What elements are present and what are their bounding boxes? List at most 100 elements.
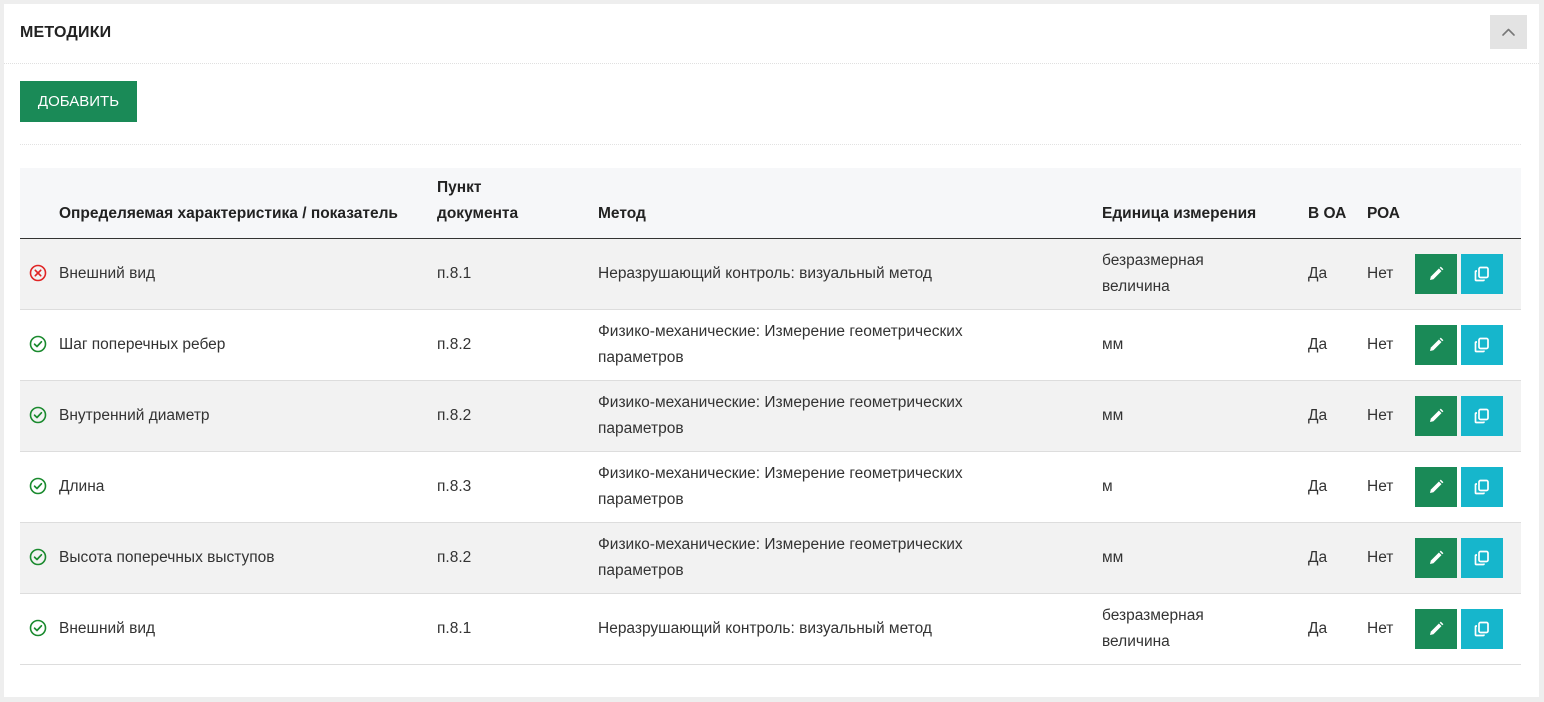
actions-cell — [1415, 380, 1521, 451]
copy-button[interactable] — [1461, 608, 1503, 649]
actions-cell — [1415, 309, 1521, 380]
cell-unit: м — [1102, 477, 1113, 495]
status-cell — [20, 451, 55, 522]
table-row: Высота поперечных выступов п.8.2 Физико-ме… — [20, 522, 1521, 593]
cell-roa: Нет — [1367, 619, 1394, 637]
cell-roa: Нет — [1367, 406, 1394, 424]
cell-clause: п.8.3 — [437, 477, 472, 495]
cell-clause: п.8.1 — [437, 619, 472, 637]
copy-icon — [1473, 620, 1491, 638]
actions-cell — [1415, 593, 1521, 664]
status-cell — [20, 309, 55, 380]
header-in-oa: В ОА — [1304, 168, 1363, 239]
methods-table-container: Определяемая характеристика / показатель… — [20, 168, 1521, 665]
methods-panel: МЕТОДИКИ ДОБАВИТЬ Определяемая характери… — [4, 4, 1539, 697]
status-cell — [20, 593, 55, 664]
copy-icon — [1473, 265, 1491, 283]
pencil-icon — [1427, 549, 1445, 567]
cell-method: Неразрушающий контроль: визуальный метод — [598, 619, 932, 637]
cell-method: Физико-механические: Измерение геометрич… — [598, 464, 963, 508]
copy-icon — [1473, 407, 1491, 425]
table-row: Внешний вид п.8.1 Неразрушающий контроль: … — [20, 593, 1521, 664]
cell-in-oa: Да — [1308, 406, 1328, 424]
edit-button[interactable] — [1415, 537, 1457, 578]
edit-button[interactable] — [1415, 395, 1457, 436]
check-circle-icon — [29, 335, 47, 353]
cell-roa: Нет — [1367, 477, 1394, 495]
cell-roa: Нет — [1367, 335, 1394, 353]
header-characteristic: Определяемая характеристика / показатель — [55, 168, 433, 239]
cell-characteristic: Высота поперечных выступов — [59, 548, 275, 566]
check-circle-icon — [29, 548, 47, 566]
status-cell — [20, 380, 55, 451]
cell-roa: Нет — [1367, 264, 1394, 282]
table-row: Шаг поперечных ребер п.8.2 Физико-механиче… — [20, 309, 1521, 380]
divider — [20, 144, 1521, 145]
table-row: Длина п.8.3 Физико-механические: Измерение… — [20, 451, 1521, 522]
cell-characteristic: Внешний вид — [59, 264, 156, 282]
chevron-up-icon — [1502, 28, 1515, 36]
panel-title: МЕТОДИКИ — [20, 24, 112, 41]
check-circle-icon — [29, 477, 47, 495]
actions-cell — [1415, 451, 1521, 522]
panel-header: МЕТОДИКИ — [4, 4, 1539, 64]
cell-in-oa: Да — [1308, 619, 1328, 637]
cell-characteristic: Длина — [59, 477, 105, 495]
cell-clause: п.8.1 — [437, 264, 472, 282]
copy-button[interactable] — [1461, 324, 1503, 365]
copy-icon — [1473, 336, 1491, 354]
header-method: Метод — [594, 168, 1098, 239]
edit-button[interactable] — [1415, 324, 1457, 365]
edit-button[interactable] — [1415, 253, 1457, 294]
x-circle-icon — [29, 264, 47, 282]
pencil-icon — [1427, 478, 1445, 496]
table-header-row: Определяемая характеристика / показатель… — [20, 168, 1521, 239]
header-clause: Пункт документа — [433, 168, 594, 239]
cell-clause: п.8.2 — [437, 335, 472, 353]
copy-button[interactable] — [1461, 395, 1503, 436]
pencil-icon — [1427, 336, 1445, 354]
cell-characteristic: Внутренний диаметр — [59, 406, 210, 424]
cell-method: Физико-механические: Измерение геометрич… — [598, 393, 963, 437]
status-cell — [20, 522, 55, 593]
header-actions — [1415, 168, 1521, 239]
pencil-icon — [1427, 407, 1445, 425]
cell-clause: п.8.2 — [437, 406, 472, 424]
pencil-icon — [1427, 620, 1445, 638]
cell-unit: безразмерная величина — [1102, 251, 1204, 295]
edit-button[interactable] — [1415, 466, 1457, 507]
table-row: Внешний вид п.8.1 Неразрушающий контроль: … — [20, 238, 1521, 309]
cell-method: Физико-механические: Измерение геометрич… — [598, 535, 963, 579]
cell-unit: безразмерная величина — [1102, 606, 1204, 650]
cell-unit: мм — [1102, 548, 1124, 566]
cell-in-oa: Да — [1308, 548, 1328, 566]
cell-characteristic: Внешний вид — [59, 619, 156, 637]
header-status — [20, 168, 55, 239]
cell-method: Неразрушающий контроль: визуальный метод — [598, 264, 932, 282]
cell-characteristic: Шаг поперечных ребер — [59, 335, 226, 353]
copy-icon — [1473, 478, 1491, 496]
table-row: Внутренний диаметр п.8.2 Физико-механическ… — [20, 380, 1521, 451]
collapse-button[interactable] — [1490, 15, 1527, 49]
actions-cell — [1415, 238, 1521, 309]
copy-icon — [1473, 549, 1491, 567]
cell-clause: п.8.2 — [437, 548, 472, 566]
copy-button[interactable] — [1461, 466, 1503, 507]
cell-unit: мм — [1102, 335, 1124, 353]
cell-method: Физико-механические: Измерение геометрич… — [598, 322, 963, 366]
check-circle-icon — [29, 406, 47, 424]
cell-in-oa: Да — [1308, 477, 1328, 495]
actions-cell — [1415, 522, 1521, 593]
edit-button[interactable] — [1415, 608, 1457, 649]
check-circle-icon — [29, 619, 47, 637]
add-button[interactable]: ДОБАВИТЬ — [20, 81, 137, 122]
cell-in-oa: Да — [1308, 264, 1328, 282]
copy-button[interactable] — [1461, 537, 1503, 578]
copy-button[interactable] — [1461, 253, 1503, 294]
methods-table: Определяемая характеристика / показатель… — [20, 168, 1521, 665]
cell-roa: Нет — [1367, 548, 1394, 566]
header-roa: РОА — [1363, 168, 1415, 239]
status-cell — [20, 238, 55, 309]
header-unit: Единица измерения — [1098, 168, 1304, 239]
pencil-icon — [1427, 265, 1445, 283]
